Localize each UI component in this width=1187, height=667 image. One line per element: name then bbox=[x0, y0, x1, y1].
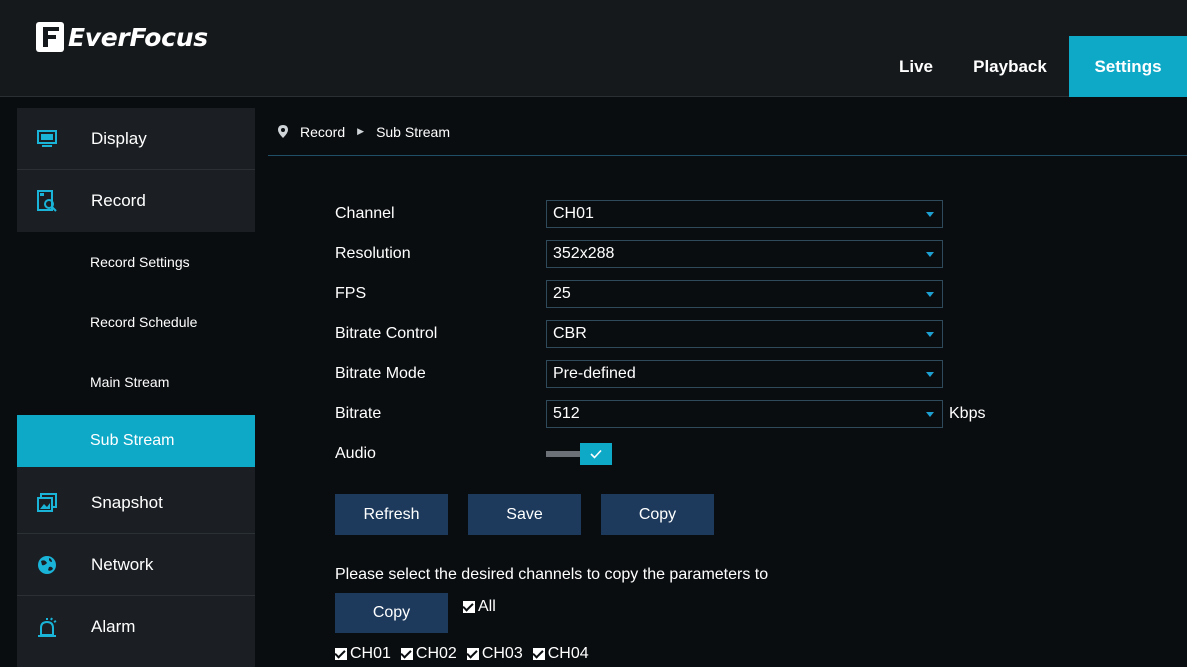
dropdown-caret-icon bbox=[926, 252, 934, 257]
sidebar-item-label: Display bbox=[91, 128, 147, 148]
breadcrumb: Record ▶ Sub Stream bbox=[268, 108, 1187, 156]
sidebar-item-snapshot[interactable]: Snapshot bbox=[17, 472, 255, 534]
bitrate-mode-select[interactable]: Pre-defined bbox=[546, 360, 943, 388]
sidebar: Display Record Record Settings Record Sc… bbox=[17, 108, 255, 667]
bitrate-control-label: Bitrate Control bbox=[335, 325, 438, 342]
checkmark-icon bbox=[580, 443, 612, 465]
channel-checkbox-ch03[interactable]: CH03 bbox=[466, 645, 523, 663]
audio-toggle[interactable] bbox=[546, 443, 612, 465]
checkbox-checked-icon bbox=[532, 648, 545, 660]
tab-live[interactable]: Live bbox=[881, 36, 951, 97]
channel-checkbox-label: CH02 bbox=[415, 645, 457, 662]
resolution-select[interactable]: 352x288 bbox=[546, 240, 943, 268]
copy-to-channels-button[interactable]: Copy bbox=[335, 593, 448, 633]
bitrate-label: Bitrate bbox=[335, 405, 382, 422]
copy-button[interactable]: Copy bbox=[601, 494, 714, 535]
checkbox-checked-icon bbox=[400, 648, 413, 660]
main-nav: Live Playback Settings bbox=[881, 36, 1187, 97]
main-content: Record ▶ Sub Stream Channel CH01 Resolut… bbox=[268, 108, 1187, 667]
fps-row: FPS 25 bbox=[335, 274, 985, 314]
bitrate-value: 512 bbox=[553, 405, 580, 422]
sidebar-subitem-record-settings[interactable]: Record Settings bbox=[17, 232, 255, 292]
breadcrumb-separator-icon: ▶ bbox=[357, 126, 365, 136]
bitrate-mode-row: Bitrate Mode Pre-defined bbox=[335, 354, 985, 394]
copy-row: Copy All bbox=[335, 593, 496, 633]
bitrate-control-row: Bitrate Control CBR bbox=[335, 314, 985, 354]
sidebar-item-display[interactable]: Display bbox=[17, 108, 255, 170]
bitrate-mode-value: Pre-defined bbox=[553, 365, 636, 382]
channel-checkbox-label: CH03 bbox=[481, 645, 523, 662]
dropdown-caret-icon bbox=[926, 332, 934, 337]
monitor-icon bbox=[35, 127, 59, 151]
channel-checkbox-label: CH04 bbox=[547, 645, 589, 662]
everfocus-logo-icon bbox=[36, 22, 64, 52]
action-buttons: Refresh Save Copy bbox=[335, 494, 714, 535]
dropdown-caret-icon bbox=[926, 292, 934, 297]
channel-label: Channel bbox=[335, 205, 395, 222]
channel-checkbox-ch04[interactable]: CH04 bbox=[532, 645, 589, 663]
channel-checkboxes: CH01 CH02 CH03 CH04 bbox=[335, 645, 599, 663]
copy-hint-text: Please select the desired channels to co… bbox=[335, 566, 769, 583]
audio-row: Audio bbox=[335, 434, 985, 474]
dropdown-caret-icon bbox=[926, 412, 934, 417]
location-pin-icon bbox=[278, 125, 288, 138]
sidebar-subitem-record-schedule[interactable]: Record Schedule bbox=[17, 292, 255, 352]
top-header: EverFocus Live Playback Settings bbox=[0, 0, 1187, 97]
bitrate-row: Bitrate 512 Kbps bbox=[335, 394, 985, 434]
resolution-row: Resolution 352x288 bbox=[335, 234, 985, 274]
sidebar-subitem-main-stream[interactable]: Main Stream bbox=[17, 352, 255, 412]
checkbox-checked-icon bbox=[335, 648, 347, 660]
audio-label: Audio bbox=[335, 445, 376, 462]
record-submenu: Record Settings Record Schedule Main Str… bbox=[17, 232, 255, 467]
sidebar-item-network[interactable]: Network bbox=[17, 534, 255, 596]
bitrate-mode-label: Bitrate Mode bbox=[335, 365, 426, 382]
channel-checkbox-ch01[interactable]: CH01 bbox=[335, 645, 391, 663]
channel-checkbox-ch02[interactable]: CH02 bbox=[400, 645, 457, 663]
sidebar-item-label: Snapshot bbox=[91, 492, 163, 512]
bitrate-unit: Kbps bbox=[949, 405, 986, 422]
sidebar-item-label: Alarm bbox=[91, 617, 136, 636]
fps-value: 25 bbox=[553, 285, 571, 302]
bitrate-control-select[interactable]: CBR bbox=[546, 320, 943, 348]
tab-playback[interactable]: Playback bbox=[951, 36, 1069, 97]
save-button[interactable]: Save bbox=[468, 494, 581, 535]
logo: EverFocus bbox=[36, 20, 208, 54]
record-search-icon bbox=[35, 189, 59, 213]
breadcrumb-parent[interactable]: Record bbox=[300, 124, 345, 140]
sub-stream-form: Channel CH01 Resolution 352x288 FPS 25 B… bbox=[335, 194, 985, 474]
sidebar-item-label: Record bbox=[91, 191, 146, 210]
image-icon bbox=[35, 491, 59, 515]
fps-label: FPS bbox=[335, 285, 367, 302]
logo-text: EverFocus bbox=[68, 22, 208, 52]
sidebar-subitem-sub-stream[interactable]: Sub Stream bbox=[17, 415, 255, 467]
sidebar-item-record[interactable]: Record bbox=[17, 170, 255, 232]
sidebar-item-label: Network bbox=[91, 554, 154, 574]
tab-settings[interactable]: Settings bbox=[1069, 36, 1187, 97]
checkbox-checked-icon bbox=[463, 601, 475, 613]
fps-select[interactable]: 25 bbox=[546, 280, 943, 308]
checkbox-checked-icon bbox=[466, 648, 479, 660]
globe-icon bbox=[35, 553, 59, 577]
refresh-button[interactable]: Refresh bbox=[335, 494, 448, 535]
dropdown-caret-icon bbox=[926, 372, 934, 377]
select-all-checkbox[interactable]: All bbox=[463, 598, 496, 616]
select-all-label: All bbox=[478, 598, 496, 615]
breadcrumb-current: Sub Stream bbox=[376, 123, 450, 140]
channel-value: CH01 bbox=[553, 205, 594, 222]
dropdown-caret-icon bbox=[926, 212, 934, 217]
alarm-bell-icon bbox=[35, 615, 59, 639]
channel-select[interactable]: CH01 bbox=[546, 200, 943, 228]
bitrate-select[interactable]: 512 bbox=[546, 400, 943, 428]
sidebar-item-alarm[interactable]: Alarm bbox=[17, 596, 255, 658]
resolution-value: 352x288 bbox=[553, 245, 615, 262]
bitrate-control-value: CBR bbox=[553, 325, 587, 342]
channel-row: Channel CH01 bbox=[335, 194, 985, 234]
resolution-label: Resolution bbox=[335, 245, 411, 262]
channel-checkbox-label: CH01 bbox=[350, 645, 391, 662]
